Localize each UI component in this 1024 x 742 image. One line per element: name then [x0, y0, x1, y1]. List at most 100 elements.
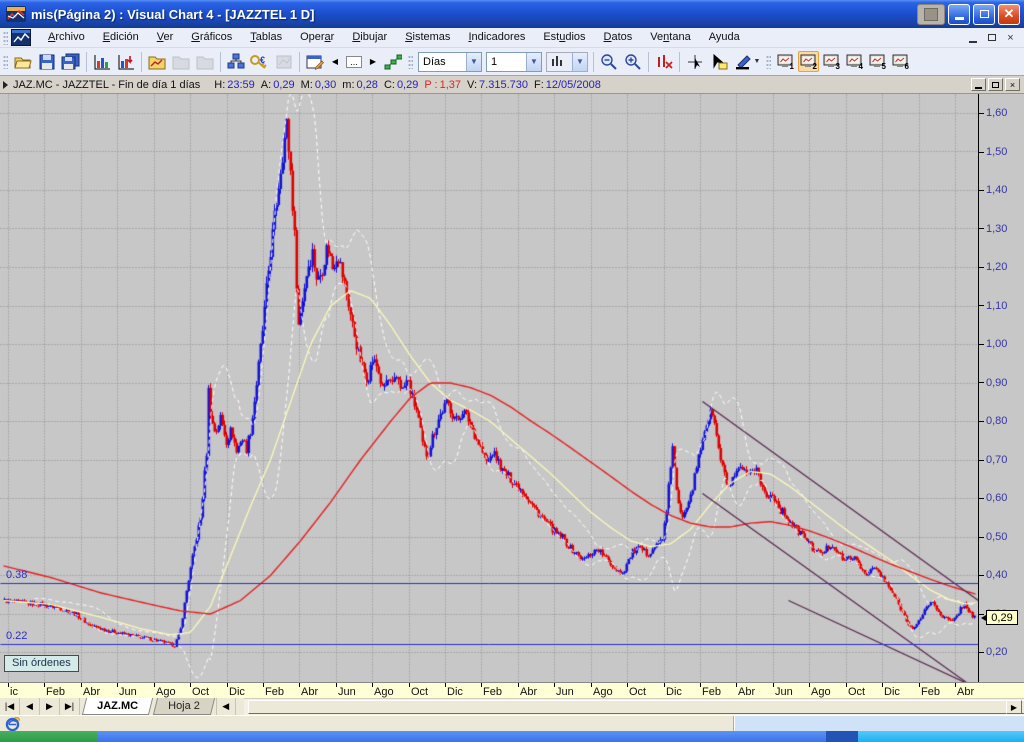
toolbar-grip-1[interactable] [3, 55, 8, 69]
last-sheet-button[interactable]: ▶| [60, 698, 80, 715]
month-tick [736, 683, 737, 687]
price-tick-label: 0,80 [986, 415, 1007, 427]
menu-ventana[interactable]: Ventana [641, 29, 699, 46]
month-tick [8, 683, 9, 687]
save-button[interactable] [35, 50, 59, 74]
chart-close-button[interactable]: × [1005, 78, 1020, 91]
new-chart-button[interactable] [90, 50, 114, 74]
screen-button-5[interactable]: 5 [867, 51, 888, 72]
child-minimize-button[interactable] [965, 31, 980, 45]
month-tick [627, 683, 628, 687]
menu-indicadores[interactable]: Indicadores [459, 29, 534, 46]
compress-value-button[interactable]: ... [343, 50, 365, 74]
screen-button-2[interactable]: 2 [798, 51, 819, 72]
screen-buttons: 1234 56 [774, 51, 912, 72]
toolbar-grip-2[interactable] [408, 55, 413, 69]
first-sheet-button[interactable]: |◀ [0, 698, 20, 715]
menu-sistemas[interactable]: Sistemas [396, 29, 459, 46]
properties-window-icon [306, 54, 324, 70]
month-label: Dic [229, 686, 245, 698]
network-button[interactable] [224, 50, 248, 74]
screen-button-3[interactable]: 3 [821, 51, 842, 72]
folder-chart-button[interactable] [145, 50, 169, 74]
pen-button[interactable]: ▼ [731, 50, 763, 74]
status-bar [0, 715, 1024, 731]
style-select[interactable]: ▼ [546, 52, 588, 72]
chart-area[interactable]: 0.38 0.22 Sin órdenes 0,200,300,400,500,… [0, 94, 1024, 682]
scroll-right-button[interactable]: ▶ [1006, 700, 1022, 714]
menu-tablas[interactable]: Tablas [241, 29, 291, 46]
quote-bar: JAZ.MC - JAZZTEL - Fin de día 1 días H:2… [0, 76, 1024, 94]
month-tick [409, 683, 410, 687]
month-label: Jun [119, 686, 137, 698]
period-select[interactable]: Días ▼ [418, 52, 482, 72]
menu-ver[interactable]: Ver [148, 29, 183, 46]
price-tick [979, 382, 984, 383]
pointer-note-icon [710, 54, 728, 70]
start-button-edge[interactable] [0, 731, 97, 742]
zoom-out-button[interactable] [597, 50, 621, 74]
menu-estudios[interactable]: Estudios [534, 29, 594, 46]
taskbar-right-segment[interactable] [858, 731, 1024, 742]
menu-ayuda[interactable]: Ayuda [700, 29, 749, 46]
titlebar-extra-button[interactable] [917, 4, 945, 25]
price-axis[interactable]: 0,200,300,400,500,600,700,800,901,001,10… [978, 94, 1024, 682]
screen-button-6[interactable]: 6 [890, 51, 911, 72]
chart-maximize-button[interactable] [988, 78, 1003, 91]
screen-button-1[interactable]: 1 [775, 51, 796, 72]
menu-graficos[interactable]: Gráficos [182, 29, 241, 46]
month-tick [227, 683, 228, 687]
chart-import-button[interactable] [114, 50, 138, 74]
menu-operar[interactable]: Operar [291, 29, 343, 46]
close-button[interactable]: ✕ [998, 4, 1020, 25]
taskbar-left-segment[interactable] [97, 731, 826, 742]
month-tick [372, 683, 373, 687]
orders-status-chip: Sin órdenes [4, 655, 79, 672]
child-restore-button[interactable] [984, 31, 999, 45]
chevron-down-icon: ▼ [754, 58, 761, 65]
menubar-grip[interactable] [3, 31, 8, 45]
next-sheet-button[interactable]: ▶ [40, 698, 60, 715]
menu-window-buttons: × [961, 31, 1018, 45]
minimize-button[interactable] [948, 4, 970, 25]
menu-datos[interactable]: Datos [595, 29, 642, 46]
price-tick [979, 652, 984, 653]
chart-minimize-button[interactable] [971, 78, 986, 91]
price-chart-canvas[interactable] [0, 94, 978, 682]
price-tick [979, 305, 984, 306]
crosshair-button[interactable] [683, 50, 707, 74]
tab-hoja-2[interactable]: Hoja 2 [153, 698, 215, 715]
toolbar-separator [648, 52, 649, 72]
menu-dibujar[interactable]: Dibujar [343, 29, 396, 46]
save-all-button[interactable] [59, 50, 83, 74]
tab-jaz-mc[interactable]: JAZ.MC [82, 698, 153, 715]
time-axis[interactable]: icFebAbrJunAgoOctDicFebAbrJunAgoOctDicFe… [0, 682, 1024, 698]
toolbar-grip-3[interactable] [766, 55, 771, 69]
zoom-in-button[interactable] [621, 50, 645, 74]
play-arrow-icon[interactable] [3, 81, 8, 89]
bars-input[interactable]: 1 ▼ [486, 52, 542, 72]
delete-bars-button[interactable] [652, 50, 676, 74]
screen-number: 5 [882, 62, 886, 71]
compress-right-button[interactable]: ▶ [365, 50, 381, 74]
compress-left-button[interactable]: ◀ [327, 50, 343, 74]
close-icon: × [1007, 32, 1013, 44]
key-euro-button[interactable]: € [248, 50, 272, 74]
tab-scroll-left-button[interactable]: ◀ [216, 698, 236, 715]
scrollbar-thumb[interactable] [248, 700, 1024, 714]
properties-button[interactable] [303, 50, 327, 74]
open-button[interactable] [11, 50, 35, 74]
menu-edicion[interactable]: Edición [94, 29, 148, 46]
minimize-icon [975, 87, 982, 89]
month-tick [117, 683, 118, 687]
restore-button[interactable] [973, 4, 995, 25]
quote-field-value: 0,29 [397, 79, 418, 91]
pointer-note-button[interactable] [707, 50, 731, 74]
prev-sheet-button[interactable]: ◀ [20, 698, 40, 715]
taskbar-strip[interactable] [0, 731, 1024, 742]
menu-archivo[interactable]: Archivo [39, 29, 94, 46]
horizontal-scrollbar[interactable]: ▶ [244, 698, 1024, 715]
child-close-button[interactable]: × [1003, 31, 1018, 45]
screen-button-4[interactable]: 4 [844, 51, 865, 72]
nodes-button[interactable] [381, 50, 405, 74]
